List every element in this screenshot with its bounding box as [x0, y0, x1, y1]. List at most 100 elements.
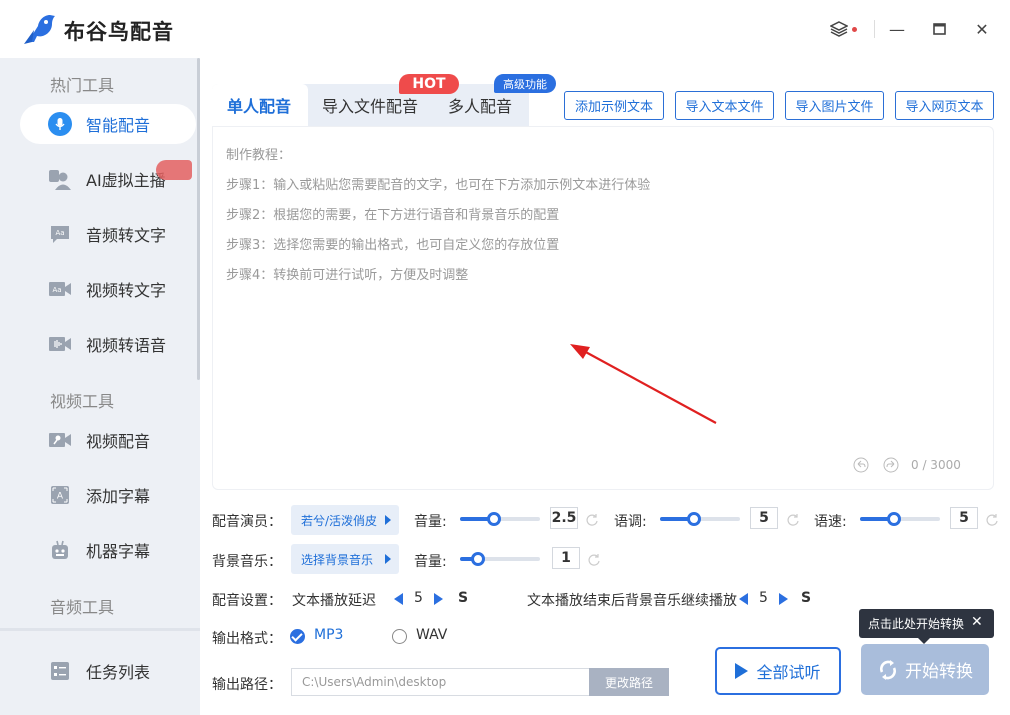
video-dub-icon — [48, 428, 72, 452]
video-voice-icon — [48, 332, 72, 356]
start-convert-button[interactable]: 开始转换 — [861, 644, 989, 695]
tab-import-file-dubbing[interactable]: 导入文件配音 — [322, 93, 418, 117]
mp3-label[interactable]: MP3 — [314, 627, 343, 643]
editor-line: 步骤3：选择您需要的输出格式，也可自定义您的存放位置 — [226, 238, 560, 253]
divider — [874, 20, 875, 38]
section-title-hot: 热门工具 — [50, 76, 115, 95]
close-button[interactable]: ✕ — [971, 18, 993, 40]
sidebar-item-task-list[interactable]: 任务列表 — [20, 651, 196, 691]
continue-value[interactable]: 5 — [759, 590, 768, 606]
tab-multi-dubbing[interactable]: 多人配音 — [448, 93, 512, 117]
import-text-file-button[interactable]: 导入文本文件 — [675, 91, 774, 120]
sidebar-item-video-dubbing[interactable]: 视频配音 — [20, 420, 196, 460]
caret-right-icon — [385, 515, 391, 525]
bird-logo-icon — [24, 15, 55, 44]
bgm-select-value: 选择背景音乐 — [301, 552, 374, 567]
import-web-text-button[interactable]: 导入网页文本 — [895, 91, 994, 120]
minimize-button[interactable]: — — [886, 18, 908, 40]
delay-unit: S — [458, 590, 469, 606]
app-title: 布谷鸟配音 — [64, 20, 174, 44]
format-label: 输出格式： — [212, 631, 282, 647]
sidebar-item-add-subtitle[interactable]: A 添加字幕 — [20, 475, 196, 515]
sidebar-item-video-to-text[interactable]: Aa 视频转文字 — [20, 269, 196, 309]
output-path-input[interactable]: C:\Users\Admin\desktop — [291, 668, 589, 696]
pitch-value[interactable]: 5 — [750, 507, 778, 529]
sidebar-item-smart-dubbing[interactable]: 智能配音 — [20, 104, 196, 144]
voice-volume-slider[interactable] — [460, 512, 540, 526]
bgm-select[interactable]: 选择背景音乐 — [291, 544, 399, 574]
delay-value[interactable]: 5 — [414, 590, 423, 606]
delay-label: 文本播放延迟 — [292, 593, 376, 609]
section-title-video: 视频工具 — [50, 392, 115, 411]
voice-select[interactable]: 若兮/活泼俏皮 — [291, 505, 399, 535]
sidebar-item-video-to-voice[interactable]: 视频转语音 — [20, 324, 196, 364]
svg-text:A: A — [57, 492, 64, 502]
decrease-continue-button[interactable] — [739, 593, 748, 605]
editor-line: 步骤4：转换前可进行试听，方便及时调整 — [226, 268, 469, 283]
mic-icon — [48, 112, 72, 136]
dub-settings-label: 配音设置： — [212, 593, 282, 609]
char-counter: 0 / 3000 — [911, 458, 961, 472]
convert-icon — [880, 659, 896, 680]
hot-badge: HOT — [399, 74, 459, 94]
sidebar-item-label: 视频转语音 — [86, 336, 167, 355]
task-list-icon — [48, 659, 72, 683]
sidebar-item-label: 智能配音 — [86, 116, 151, 135]
tooltip-tail — [917, 637, 931, 644]
speed-slider[interactable] — [860, 512, 940, 526]
pitch-slider[interactable] — [660, 512, 740, 526]
wav-radio[interactable] — [392, 629, 407, 644]
subtitle-icon: A — [48, 483, 72, 507]
undo-icon[interactable] — [853, 457, 869, 473]
sidebar-item-label: 任务列表 — [86, 663, 151, 682]
sidebar-item-label: 视频配音 — [86, 432, 151, 451]
reset-icon[interactable] — [585, 513, 599, 527]
new-tag — [156, 160, 192, 180]
sidebar-item-label: 机器字幕 — [86, 542, 151, 561]
increase-delay-button[interactable] — [434, 593, 443, 605]
caret-right-icon — [385, 554, 391, 564]
import-image-file-button[interactable]: 导入图片文件 — [785, 91, 884, 120]
listen-all-button[interactable]: 全部试听 — [715, 647, 841, 695]
path-label: 输出路径： — [212, 677, 282, 693]
robot-icon — [48, 538, 72, 562]
reset-icon[interactable] — [985, 513, 999, 527]
title-bar: 布谷鸟配音 — ✕ — [0, 0, 1010, 58]
advanced-badge: 高级功能 — [494, 74, 556, 93]
sidebar-item-label: AI虚拟主播 — [86, 171, 166, 190]
bgm-label: 背景音乐： — [212, 554, 282, 570]
sidebar-item-label: 添加字幕 — [86, 487, 151, 506]
tooltip-close-icon[interactable]: ✕ — [971, 614, 983, 630]
maximize-button[interactable] — [928, 18, 950, 40]
wav-label[interactable]: WAV — [416, 627, 447, 643]
anchor-icon — [48, 167, 72, 191]
add-example-text-button[interactable]: 添加示例文本 — [564, 91, 664, 120]
reset-icon[interactable] — [587, 553, 601, 567]
continue-unit: S — [801, 590, 812, 606]
bgm-volume-value[interactable]: 1 — [552, 547, 580, 569]
slider-knob[interactable] — [470, 552, 485, 566]
voice-volume-value[interactable]: 2.5 — [550, 507, 578, 529]
mp3-radio[interactable] — [290, 629, 305, 644]
play-icon — [735, 663, 749, 679]
layers-icon[interactable] — [828, 18, 850, 40]
tooltip-text: 点击此处开始转换 — [868, 617, 965, 631]
sidebar-item-machine-subtitle[interactable]: 机器字幕 — [20, 530, 196, 570]
decrease-delay-button[interactable] — [394, 593, 403, 605]
section-title-audio: 音频工具 — [50, 598, 115, 617]
pitch-label: 语调: — [614, 514, 647, 530]
redo-icon[interactable] — [883, 457, 899, 473]
sidebar-item-label: 视频转文字 — [86, 281, 167, 300]
sidebar-item-audio-to-text[interactable]: Aa 音频转文字 — [20, 214, 196, 254]
start-convert-label: 开始转换 — [905, 662, 973, 682]
increase-continue-button[interactable] — [779, 593, 788, 605]
change-path-button[interactable]: 更改路径 — [589, 668, 669, 696]
reset-icon[interactable] — [786, 513, 800, 527]
annotation-arrow — [570, 344, 717, 424]
tab-single-dubbing[interactable]: 单人配音 — [227, 93, 291, 117]
continue-label: 文本播放结束后背景音乐继续播放 — [527, 593, 737, 609]
voice-label: 配音演员： — [212, 514, 282, 530]
sidebar-item-label: 音频转文字 — [86, 226, 167, 245]
bgm-volume-slider[interactable] — [460, 552, 540, 566]
speed-value[interactable]: 5 — [950, 507, 978, 529]
